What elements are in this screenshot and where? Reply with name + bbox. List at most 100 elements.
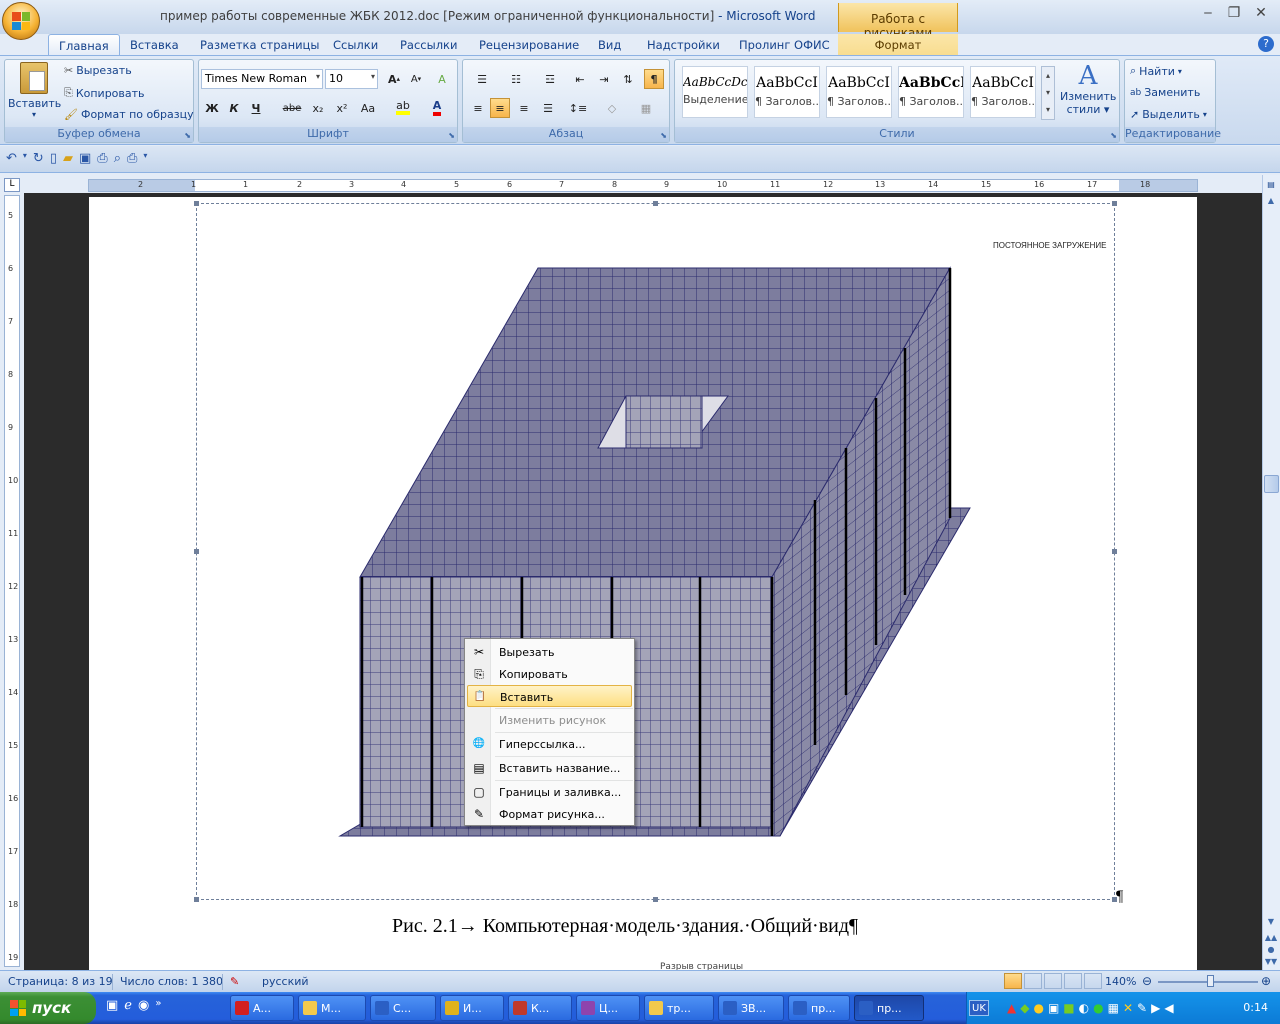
open-folder-icon[interactable]: ▰ — [63, 151, 73, 166]
taskbar-window-button[interactable]: С... — [370, 995, 436, 1021]
office-button[interactable] — [2, 2, 40, 40]
status-word-count[interactable]: Число слов: 1 380 — [120, 975, 223, 988]
chevron-down-icon[interactable]: ▾ — [143, 151, 147, 166]
zoom-icon[interactable]: ⌕ — [114, 151, 121, 166]
tab-addins[interactable]: Надстройки — [637, 34, 730, 55]
align-right-icon[interactable]: ≡ — [514, 98, 534, 118]
borders-icon[interactable]: ▦ — [632, 98, 660, 118]
grow-font-icon[interactable]: A ▴ — [384, 69, 404, 89]
font-expand-icon[interactable]: ⬊ — [448, 131, 455, 140]
chevron-down-icon[interactable]: ▾ — [371, 72, 375, 81]
restore-button[interactable]: ❐ — [1222, 4, 1246, 24]
clock[interactable]: 0:14 — [1243, 1001, 1268, 1014]
italic-button[interactable]: К — [224, 98, 244, 118]
align-left-icon[interactable]: ≡ — [468, 98, 488, 118]
tab-proling[interactable]: Пролинг ОФИС — [729, 34, 840, 55]
bullets-icon[interactable]: ☰ — [468, 69, 496, 89]
horizontal-ruler[interactable]: 2 1 1 2 3 4 5 6 7 8 9 10 11 12 13 14 15 16 17 18 — [88, 179, 1198, 192]
taskbar-window-button[interactable]: А... — [230, 995, 294, 1021]
shading-icon[interactable]: ◇ — [598, 98, 626, 118]
tray-icon[interactable]: ● — [1093, 1001, 1103, 1015]
draft-icon[interactable] — [1084, 973, 1102, 989]
scroll-up-icon[interactable]: ▲ — [1264, 196, 1278, 210]
style-heading-2[interactable]: AaBbCcI ¶ Заголов... — [826, 66, 892, 118]
menu-item-paste[interactable]: 📋 Вставить — [467, 685, 632, 707]
styles-scroll[interactable]: ▴ ▾ ▾ — [1041, 66, 1055, 120]
copy-button[interactable]: ⎘ Копировать — [64, 86, 145, 100]
taskbar-window-button[interactable]: пр... — [788, 995, 850, 1021]
print-layout-icon[interactable] — [1004, 973, 1022, 989]
taskbar-window-button[interactable]: ЗВ... — [718, 995, 784, 1021]
word-launch-icon[interactable]: ▣ — [106, 998, 118, 1013]
underline-button[interactable]: Ч — [246, 98, 266, 118]
justify-icon[interactable]: ☰ — [538, 98, 558, 118]
zoom-out-icon[interactable]: ⊖ — [1142, 974, 1152, 988]
tray-icon[interactable]: ● — [1033, 1001, 1043, 1015]
zoom-slider-thumb[interactable] — [1207, 975, 1214, 987]
change-styles-button[interactable]: A Изменить стили ▾ — [1060, 62, 1116, 124]
outline-icon[interactable] — [1064, 973, 1082, 989]
taskbar-window-button[interactable]: М... — [298, 995, 366, 1021]
resize-handle[interactable] — [1112, 549, 1117, 554]
paste-button[interactable]: Вставить ▾ — [8, 62, 61, 122]
style-heading-3[interactable]: AaBbCcI ¶ Заголов... — [898, 66, 964, 118]
chevron-down-icon[interactable]: ▾ — [23, 151, 27, 166]
ruler-toggle-icon[interactable]: ▤ — [1264, 180, 1278, 194]
find-button[interactable]: ⌕ Найти ▾ — [1130, 64, 1182, 78]
zoom-level[interactable]: 140% — [1105, 975, 1136, 988]
style-heading-4[interactable]: AaBbCcI ¶ Заголов... — [970, 66, 1036, 118]
tray-icon[interactable]: ▶ — [1151, 1001, 1160, 1015]
scroll-thumb[interactable] — [1264, 475, 1279, 493]
menu-item-hyperlink[interactable]: 🌐 Гиперссылка... — [467, 733, 632, 755]
align-center-icon[interactable]: ≡ — [490, 98, 510, 118]
style-heading-1[interactable]: AaBbCcI ¶ Заголов... — [754, 66, 820, 118]
font-color-icon[interactable]: A — [424, 98, 450, 118]
styles-expand-icon[interactable]: ⬊ — [1110, 131, 1117, 140]
sort-icon[interactable]: ⇅ — [618, 69, 638, 89]
clipboard-expand-icon[interactable]: ⬊ — [184, 131, 191, 140]
tray-icon[interactable]: ▲ — [1007, 1001, 1016, 1015]
next-page-icon[interactable]: ▼▼ — [1264, 957, 1278, 969]
tab-insert[interactable]: Вставка — [120, 34, 189, 55]
clear-format-icon[interactable]: A — [432, 69, 452, 89]
format-painter-button[interactable]: 🖌 Формат по образцу — [64, 108, 194, 121]
tab-mailings[interactable]: Рассылки — [390, 34, 467, 55]
undo-icon[interactable]: ↶ — [6, 151, 17, 166]
menu-item-copy[interactable]: ⎘ Копировать — [467, 663, 632, 685]
taskbar-window-button[interactable]: Ц... — [576, 995, 640, 1021]
increase-indent-icon[interactable]: ⇥ — [594, 69, 614, 89]
menu-item-borders-shading[interactable]: ▢ Границы и заливка... — [467, 781, 632, 803]
chevron-down-icon[interactable]: ▾ — [316, 72, 320, 81]
ie-launch-icon[interactable]: ℯ — [124, 998, 132, 1013]
vertical-scrollbar[interactable]: ▤ ▲ ▼ ▲▲ ● ▼▼ — [1262, 175, 1280, 970]
taskbar-window-button[interactable]: И... — [440, 995, 504, 1021]
highlight-color-icon[interactable]: ab — [390, 98, 416, 118]
tab-view[interactable]: Вид — [588, 34, 631, 55]
select-browse-icon[interactable]: ● — [1264, 945, 1278, 957]
numbering-icon[interactable]: ☷ — [502, 69, 530, 89]
tray-icon[interactable]: ✎ — [1137, 1001, 1147, 1015]
select-button[interactable]: ➚ Выделить ▾ — [1130, 108, 1207, 121]
tray-icon[interactable]: ◐ — [1079, 1001, 1089, 1015]
close-button[interactable]: ✕ — [1249, 4, 1273, 24]
full-screen-reading-icon[interactable] — [1024, 973, 1042, 989]
paragraph-expand-icon[interactable]: ⬊ — [660, 131, 667, 140]
resize-handle[interactable] — [194, 201, 199, 206]
media-launch-icon[interactable]: ◉ — [138, 998, 149, 1013]
prev-page-icon[interactable]: ▲▲ — [1264, 933, 1278, 945]
tab-home[interactable]: Главная — [48, 34, 120, 55]
scroll-down-icon[interactable]: ▼ — [1264, 917, 1278, 931]
style-emphasis[interactable]: AaBbCcDc Выделение — [682, 66, 748, 118]
minimize-button[interactable]: ‒ — [1196, 4, 1220, 24]
menu-item-format-picture[interactable]: ✎ Формат рисунка... — [467, 803, 632, 825]
print-icon[interactable]: ⎙ — [127, 151, 137, 166]
change-case-button[interactable]: Aa — [356, 98, 380, 118]
taskbar-window-button[interactable]: тр... — [644, 995, 714, 1021]
spelling-check-icon[interactable]: ✎ — [230, 975, 239, 988]
subscript-button[interactable]: x₂ — [308, 98, 328, 118]
resize-handle[interactable] — [653, 897, 658, 902]
tray-icon[interactable]: ■ — [1063, 1001, 1074, 1015]
shrink-font-icon[interactable]: A ▾ — [406, 69, 426, 89]
superscript-button[interactable]: x² — [332, 98, 352, 118]
show-marks-button[interactable]: ¶ — [644, 69, 664, 89]
